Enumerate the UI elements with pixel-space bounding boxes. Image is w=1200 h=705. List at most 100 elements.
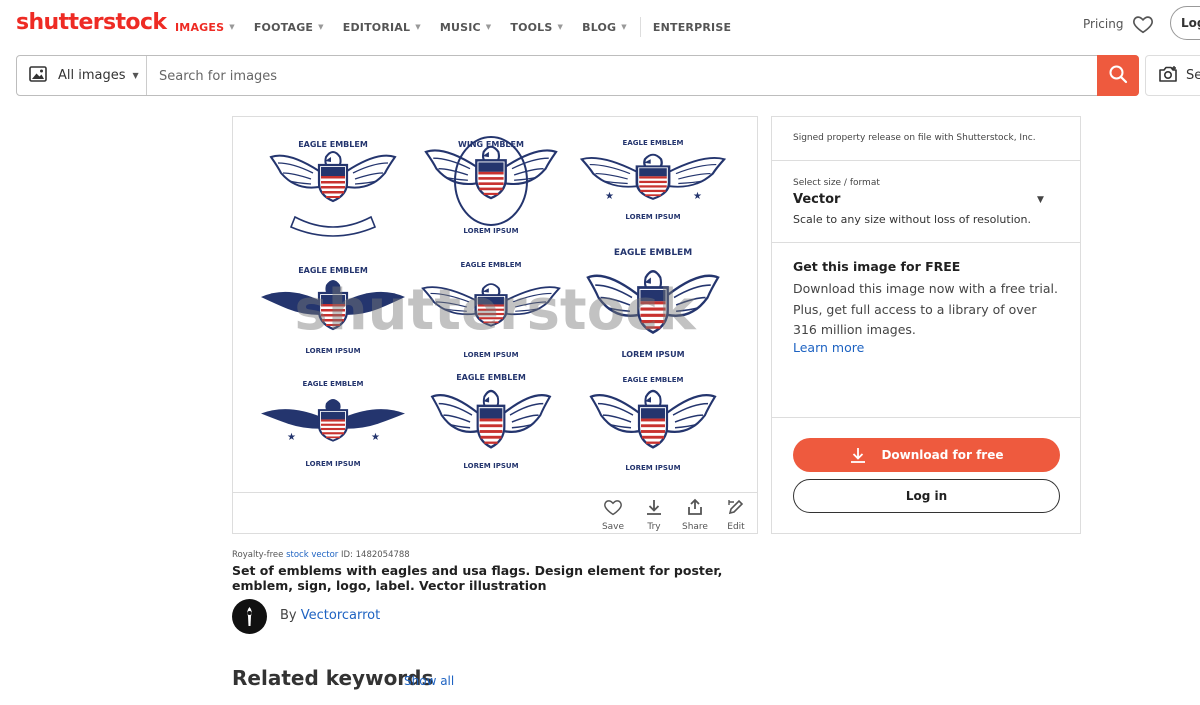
svg-text:WING EMBLEM: WING EMBLEM — [458, 140, 524, 149]
svg-text:★: ★ — [605, 191, 614, 202]
try-button[interactable]: Try — [634, 498, 674, 532]
search-bar: All images ▼ — [16, 55, 1139, 96]
svg-text:EAGLE EMBLEM: EAGLE EMBLEM — [298, 140, 368, 149]
edit-button[interactable]: Edit — [716, 498, 756, 532]
show-all-link[interactable]: Show all — [404, 674, 454, 688]
author-link[interactable]: Vectorcarrot — [301, 608, 380, 623]
main-nav: IMAGES ▼ FOOTAGE ▼ EDITORIAL ▼ MUSIC ▼ TOOLS… — [175, 17, 750, 37]
svg-text:EAGLE EMBLEM: EAGLE EMBLEM — [461, 261, 522, 269]
free-trial-section: Get this image for FREE Download this im… — [772, 243, 1080, 418]
emblem-1: EAGLE EMBLEM — [271, 140, 395, 237]
download-label: Download for free — [881, 448, 1004, 462]
edit-icon — [727, 499, 745, 520]
svg-text:LOREM IPSUM: LOREM IPSUM — [305, 347, 360, 355]
top-navigation: shutterstock IMAGES ▼ FOOTAGE ▼ EDITORIAL ▼… — [0, 0, 1200, 50]
search-type-label: All images — [58, 68, 126, 83]
nav-label: IMAGES — [175, 20, 225, 34]
svg-text:EAGLE EMBLEM: EAGLE EMBLEM — [623, 376, 684, 384]
stock-image[interactable]: EAGLE EMBLEM WING EMBLEM LOREM IPSUM EAG… — [233, 117, 757, 492]
edit-label: Edit — [727, 522, 745, 532]
nav-blog[interactable]: BLOG ▼ — [582, 21, 627, 34]
svg-text:LOREM IPSUM: LOREM IPSUM — [621, 350, 684, 359]
image-preview-panel: EAGLE EMBLEM WING EMBLEM LOREM IPSUM EAG… — [232, 116, 758, 534]
chevron-down-icon: ▼ — [485, 23, 492, 31]
free-heading: Get this image for FREE — [793, 259, 961, 274]
nav-label: FOOTAGE — [253, 20, 314, 34]
image-icon — [29, 65, 47, 86]
nav-label: TOOLS — [510, 20, 553, 34]
meta-prefix: Royalty-free — [232, 550, 287, 560]
image-toolbar: Save Try Share Edit — [233, 492, 757, 533]
pricing-link[interactable]: Pricing — [1083, 17, 1123, 31]
nav-enterprise[interactable]: ENTERPRISE — [653, 21, 731, 34]
nav-music[interactable]: MUSIC ▼ — [440, 21, 492, 34]
size-value: Vector — [793, 192, 841, 207]
svg-text:LOREM IPSUM: LOREM IPSUM — [305, 460, 360, 468]
login-button-side[interactable]: Log in — [793, 479, 1060, 513]
visual-search-button[interactable]: Se — [1145, 55, 1200, 96]
search-type-dropdown[interactable]: All images ▼ — [17, 56, 147, 95]
image-title: Set of emblems with eagles and usa flags… — [232, 563, 723, 593]
download-icon — [645, 500, 663, 520]
nav-label: BLOG — [582, 20, 617, 34]
emblem-8: EAGLE EMBLEM LOREM IPSUM — [432, 373, 550, 470]
visual-search-label: Se — [1186, 68, 1200, 83]
watermark: shutterstock — [294, 278, 697, 343]
svg-text:LOREM IPSUM: LOREM IPSUM — [463, 351, 518, 359]
svg-text:EAGLE EMBLEM: EAGLE EMBLEM — [456, 373, 526, 382]
nav-editorial[interactable]: EDITORIAL ▼ — [343, 21, 421, 34]
svg-text:★: ★ — [693, 191, 702, 202]
svg-text:EAGLE EMBLEM: EAGLE EMBLEM — [623, 139, 684, 147]
search-button[interactable] — [1097, 55, 1139, 96]
emblem-9: EAGLE EMBLEM LOREM IPSUM — [591, 376, 715, 472]
release-text: Signed property release on file with Shu… — [793, 133, 1036, 143]
chevron-down-icon: ▼ — [415, 23, 421, 31]
learn-more-link[interactable]: Learn more — [793, 340, 864, 355]
image-meta: Royalty-free stock vector ID: 1482054788 — [232, 550, 410, 560]
search-input[interactable] — [159, 64, 1059, 88]
save-button[interactable]: Save — [593, 498, 633, 532]
nav-images[interactable]: IMAGES ▼ — [175, 21, 235, 34]
chevron-down-icon[interactable]: ▼ — [1037, 195, 1044, 205]
svg-text:LOREM IPSUM: LOREM IPSUM — [625, 213, 680, 221]
chevron-down-icon: ▼ — [621, 23, 627, 31]
stock-vector-link[interactable]: stock vector — [286, 550, 338, 560]
nav-label: EDITORIAL — [342, 20, 411, 34]
svg-text:LOREM IPSUM: LOREM IPSUM — [625, 464, 680, 472]
chevron-down-icon: ▼ — [318, 23, 324, 31]
nav-tools[interactable]: TOOLS ▼ — [510, 21, 563, 34]
meta-id: ID: 1482054788 — [338, 550, 410, 560]
save-label: Save — [601, 522, 625, 532]
svg-text:LOREM IPSUM: LOREM IPSUM — [463, 462, 518, 470]
chevron-down-icon: ▼ — [229, 23, 235, 31]
heart-icon — [603, 500, 623, 520]
free-body: Download this image now with a free tria… — [793, 281, 1058, 337]
favorites-heart-icon[interactable] — [1132, 13, 1154, 35]
size-selector[interactable]: Select size / format Vector ▼ Scale to a… — [772, 161, 1080, 243]
share-button[interactable]: Share — [675, 498, 715, 532]
share-label: Share — [682, 522, 708, 532]
nav-divider — [639, 17, 641, 37]
logo-text: shutterstock — [16, 10, 167, 35]
author-line: By Vectorcarrot — [280, 608, 380, 623]
svg-text:★: ★ — [287, 432, 296, 443]
download-icon — [849, 446, 867, 464]
download-for-free-button[interactable]: Download for free — [793, 438, 1060, 472]
shutterstock-logo[interactable]: shutterstock — [16, 10, 167, 35]
size-description: Scale to any size without loss of resolu… — [793, 213, 1031, 226]
svg-text:LOREM IPSUM: LOREM IPSUM — [463, 227, 518, 235]
chevron-down-icon: ▼ — [132, 71, 139, 80]
nav-label: ENTERPRISE — [652, 20, 732, 34]
emblem-3: EAGLE EMBLEM LOREM IPSUM ★ ★ — [582, 139, 725, 221]
search-icon — [1108, 64, 1128, 88]
nav-footage[interactable]: FOOTAGE ▼ — [254, 21, 324, 34]
svg-text:EAGLE EMBLEM: EAGLE EMBLEM — [298, 266, 368, 275]
avatar[interactable] — [232, 599, 267, 634]
login-button[interactable]: Log — [1170, 6, 1200, 40]
chevron-down-icon: ▼ — [557, 23, 564, 31]
emblem-2: WING EMBLEM LOREM IPSUM — [426, 136, 556, 235]
svg-text:EAGLE EMBLEM: EAGLE EMBLEM — [303, 380, 364, 388]
svg-text:EAGLE EMBLEM: EAGLE EMBLEM — [614, 248, 692, 258]
share-icon — [686, 498, 704, 520]
try-label: Try — [647, 522, 661, 532]
